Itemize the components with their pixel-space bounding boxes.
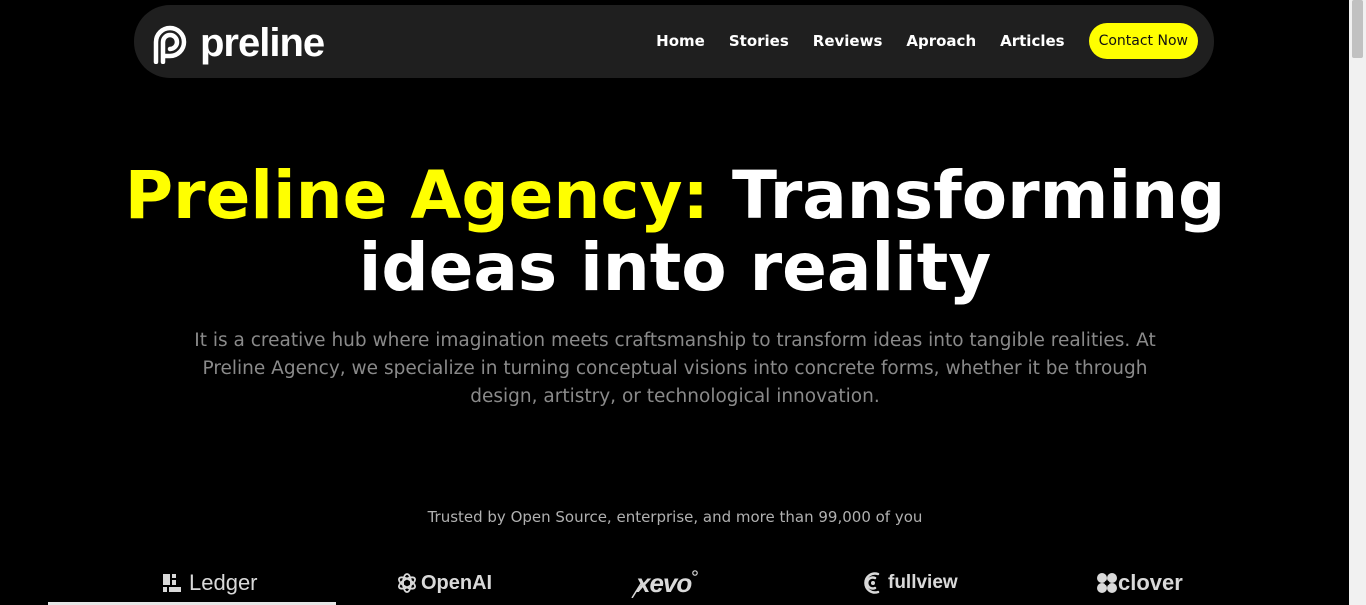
vertical-scrollbar[interactable] <box>1349 0 1366 605</box>
hero-title-line1: Transforming <box>708 157 1226 234</box>
fullview-icon <box>864 572 880 594</box>
scrollbar-thumb[interactable] <box>1352 0 1363 58</box>
nav-link-stories[interactable]: Stories <box>729 32 789 50</box>
clover-icon <box>1097 573 1117 593</box>
nav-link-articles[interactable]: Articles <box>1000 32 1064 50</box>
logo-ledger: Ledger <box>162 566 258 600</box>
logo-openai-name: OpenAI <box>421 571 493 594</box>
contact-now-button[interactable]: Contact Now <box>1088 23 1198 59</box>
main-menu: Home Stories Reviews Aproach Articles Co… <box>656 23 1198 59</box>
navbar: preline Home Stories Reviews Aproach Art… <box>134 5 1214 78</box>
hero-title: Preline Agency: Transforming ideas into r… <box>0 160 1350 304</box>
nav-link-reviews[interactable]: Reviews <box>813 32 883 50</box>
logo-ledger-name: Ledger <box>189 570 258 595</box>
logo-openai: OpenAI <box>396 566 492 600</box>
trusted-text: Trusted by Open Source, enterprise, and … <box>427 508 923 526</box>
nav-link-aproach[interactable]: Aproach <box>906 32 976 50</box>
logo-xevo-name: xevo <box>636 567 692 598</box>
nav-link-home[interactable]: Home <box>656 32 705 50</box>
preline-logo-icon <box>153 25 187 64</box>
hero-title-highlight: Preline Agency: <box>124 157 709 234</box>
xevo-dot-icon <box>692 570 699 576</box>
logo-fullview-name: fullview <box>888 572 958 593</box>
hero-description: It is a creative hub where imagination m… <box>194 330 1156 407</box>
logo-clover: clover <box>1096 566 1183 600</box>
hero-title-line2: ideas into reality <box>358 229 992 306</box>
logo-clover-name: clover <box>1118 570 1183 595</box>
brand-logo[interactable]: preline <box>150 21 325 65</box>
ledger-icon <box>163 574 181 592</box>
logo-xevo: xevo <box>630 566 699 600</box>
logo-fullview: fullview <box>862 566 958 600</box>
brand-name: preline <box>200 21 325 65</box>
openai-icon <box>398 573 416 593</box>
